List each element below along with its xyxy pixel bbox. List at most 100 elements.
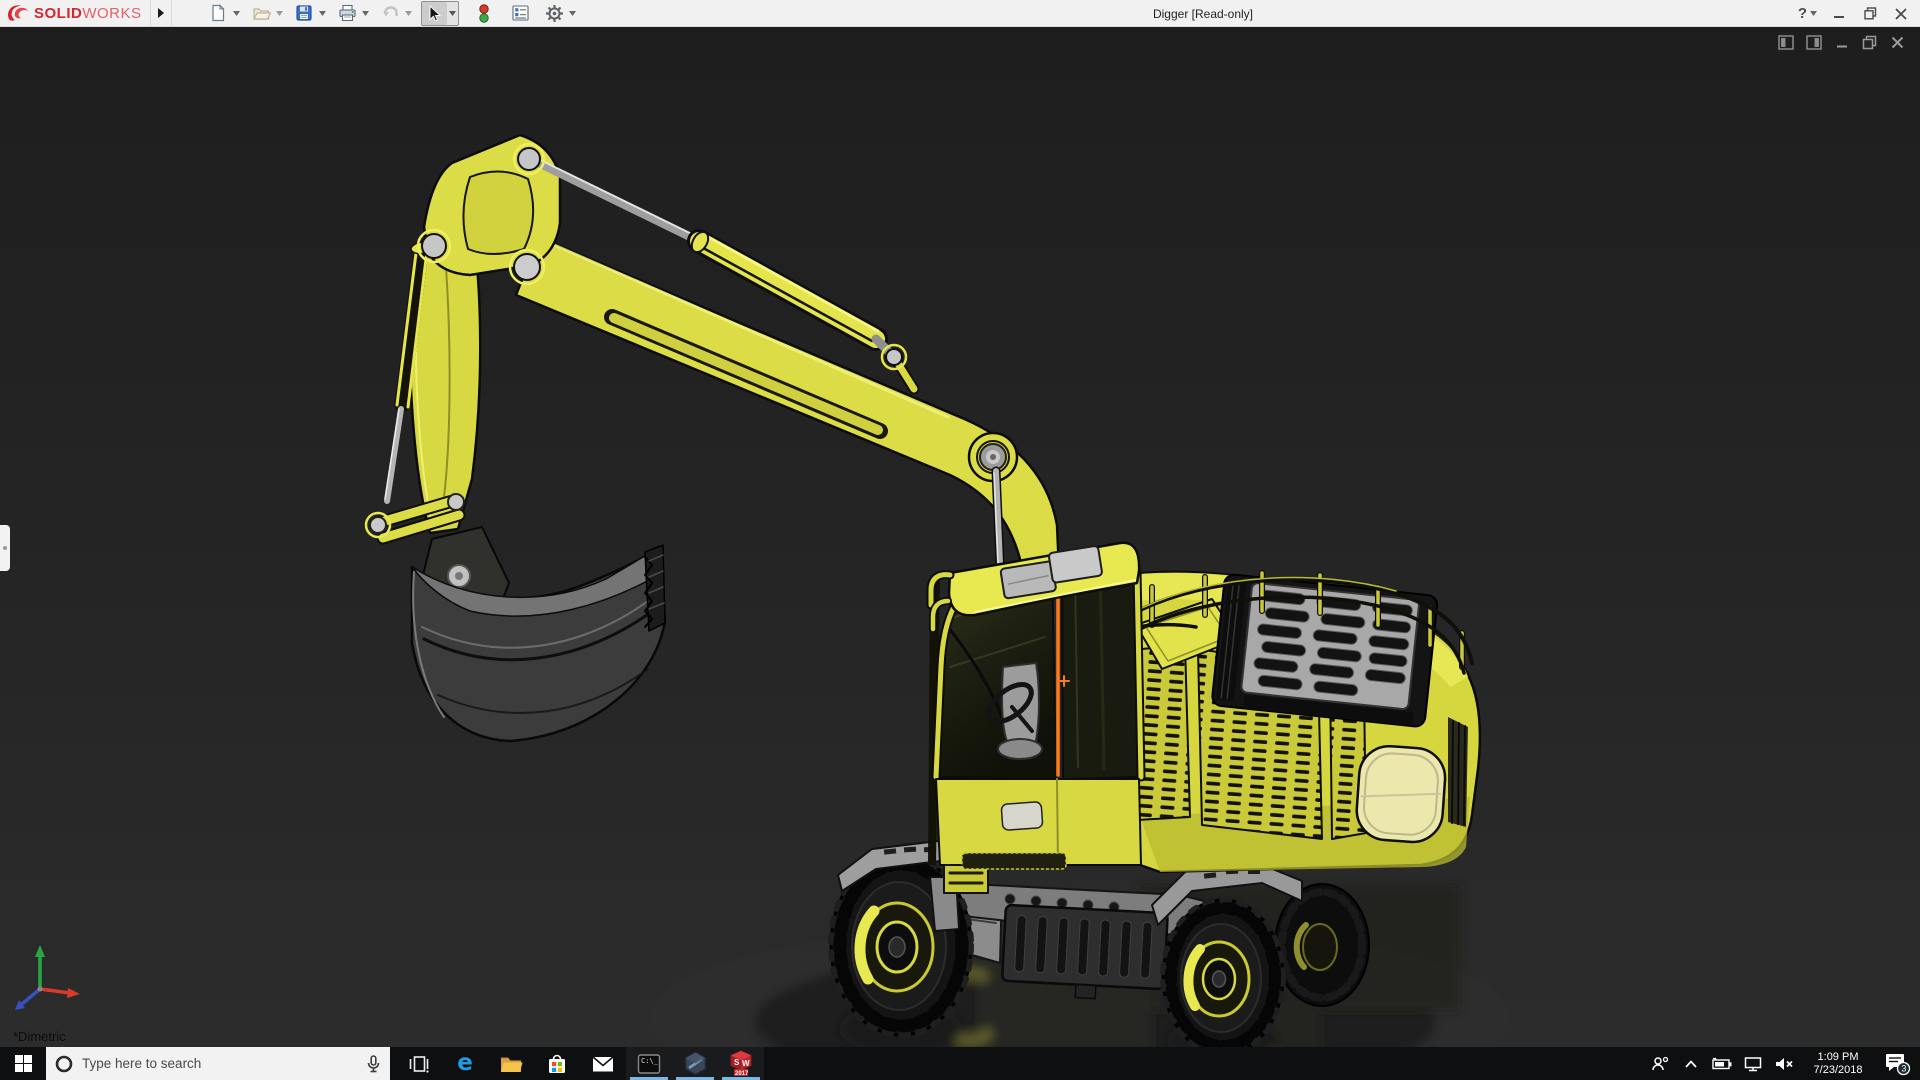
cortana-icon — [55, 1055, 73, 1072]
taskbar-clock[interactable]: 1:09 PM 7/23/2018 — [1803, 1051, 1873, 1077]
svg-text:C:\_: C:\_ — [641, 1057, 659, 1065]
restore-icon — [1863, 7, 1876, 20]
window-controls: ? — [1798, 0, 1910, 27]
clock-date: 7/23/2018 — [1813, 1063, 1863, 1076]
right-pane-icon — [1805, 35, 1822, 50]
rebuild-button[interactable] — [472, 2, 497, 25]
wheel-rear[interactable] — [1160, 897, 1286, 1047]
show-right-pane-button[interactable] — [1805, 34, 1822, 51]
gear-icon — [545, 4, 563, 22]
edge-icon: e — [457, 1050, 473, 1076]
help-button[interactable]: ? — [1798, 3, 1817, 25]
wheel-far — [1274, 883, 1370, 1007]
clock-time: 1:09 PM — [1817, 1050, 1859, 1063]
flyout-arrow-icon — [157, 8, 164, 18]
volume-muted-icon — [1776, 1057, 1793, 1070]
file-explorer-icon — [501, 1057, 523, 1072]
taskbar-app-store[interactable] — [534, 1047, 580, 1080]
volume-button[interactable] — [1772, 1047, 1796, 1080]
taskbar-app-mail[interactable] — [580, 1047, 626, 1080]
close-document-icon — [1891, 36, 1904, 49]
document-properties-button[interactable] — [508, 2, 533, 25]
print-button[interactable] — [335, 2, 360, 25]
solidworks-logo-icon — [8, 5, 28, 21]
print-dropdown[interactable] — [361, 10, 369, 16]
action-center-button[interactable]: 3 — [1880, 1047, 1914, 1080]
taskbar-app-command-prompt[interactable]: C:\_ — [626, 1047, 672, 1080]
options-dropdown[interactable] — [568, 10, 576, 16]
solidworks-logo: SOLIDWORKS — [0, 0, 142, 26]
close-button[interactable] — [1892, 3, 1910, 25]
undo-icon — [382, 6, 398, 17]
network-button[interactable] — [1741, 1047, 1765, 1080]
taskbar-app-file-explorer[interactable] — [488, 1047, 534, 1080]
minimize-document-button[interactable] — [1833, 34, 1850, 51]
save-dropdown[interactable] — [318, 10, 326, 16]
show-hidden-icons-button[interactable] — [1679, 1047, 1703, 1080]
save-icon — [296, 5, 312, 21]
microphone-icon[interactable] — [366, 1054, 381, 1073]
store-icon — [549, 1054, 565, 1073]
taskbar-apps: e C:\_ S W 2017 — [396, 1047, 764, 1080]
taskbar-search[interactable] — [46, 1047, 390, 1080]
solidworks-2017-icon: S W 2017 — [730, 1050, 752, 1077]
svg-text:W: W — [742, 1059, 750, 1068]
notification-badge: 3 — [1901, 1063, 1906, 1073]
document-window-controls — [1777, 34, 1906, 51]
open-folder-icon — [252, 8, 271, 20]
battery-button[interactable] — [1710, 1047, 1734, 1080]
view-orientation-label: *Dimetric — [13, 1029, 66, 1044]
svg-text:2017: 2017 — [735, 1071, 749, 1077]
svg-text:S: S — [734, 1058, 740, 1067]
new-document-button[interactable] — [206, 2, 231, 25]
network-icon — [1744, 1056, 1762, 1071]
help-dropdown-icon — [1810, 11, 1817, 16]
cab[interactable] — [926, 541, 1146, 894]
minimize-icon — [1834, 15, 1844, 18]
brand-name: SOLIDWORKS — [34, 4, 142, 22]
3d-model-canvas[interactable] — [0, 27, 1920, 1047]
close-icon — [1895, 7, 1907, 20]
undo-dropdown[interactable] — [404, 10, 412, 16]
quick-access-toolbar — [206, 0, 585, 26]
taskbar-app-task-view[interactable] — [396, 1047, 442, 1080]
people-button[interactable] — [1648, 1047, 1672, 1080]
rear-window — [1355, 744, 1447, 844]
collapsed-panel-tab[interactable] — [0, 525, 10, 571]
select-tool-dropdown[interactable] — [448, 10, 456, 16]
taskbar-app-solidworks[interactable]: S W 2017 — [718, 1047, 764, 1080]
restore-document-icon — [1862, 35, 1877, 50]
options-button[interactable] — [542, 2, 567, 25]
document-properties-icon — [511, 5, 529, 21]
close-document-button[interactable] — [1889, 34, 1906, 51]
titlebar: SOLIDWORKS Digger [Read-only] ? — [0, 0, 1920, 27]
command-prompt-icon: C:\_ — [637, 1053, 661, 1074]
mail-icon — [592, 1055, 614, 1071]
new-document-icon — [212, 4, 225, 22]
open-button[interactable] — [249, 2, 274, 25]
open-dropdown[interactable] — [275, 10, 283, 16]
panel-tab-grip — [3, 546, 7, 550]
system-tray: 1:09 PM 7/23/2018 3 — [1648, 1047, 1920, 1080]
minimize-button[interactable] — [1830, 3, 1848, 25]
chevron-up-icon — [1685, 1059, 1697, 1068]
new-document-dropdown[interactable] — [232, 10, 240, 16]
graphics-viewport[interactable]: *Dimetric — [0, 27, 1920, 1047]
document-title: Digger [Read-only] — [1152, 6, 1254, 21]
select-cursor-icon — [429, 4, 442, 22]
restore-document-button[interactable] — [1861, 34, 1878, 51]
edrawings-icon — [684, 1051, 706, 1076]
toolbar-flyout-arrow[interactable] — [149, 0, 172, 26]
start-button[interactable] — [0, 1047, 46, 1080]
action-center-icon: 3 — [1886, 1053, 1911, 1075]
minimize-document-icon — [1836, 45, 1847, 47]
left-pane-icon — [1777, 35, 1794, 50]
save-button[interactable] — [292, 2, 317, 25]
show-left-pane-button[interactable] — [1777, 34, 1794, 51]
undo-button[interactable] — [378, 2, 403, 25]
taskbar-app-edrawings[interactable] — [672, 1047, 718, 1080]
search-input[interactable] — [82, 1056, 357, 1071]
taskbar-app-edge[interactable]: e — [442, 1047, 488, 1080]
select-tool-button[interactable] — [421, 1, 447, 25]
restore-button[interactable] — [1861, 3, 1879, 25]
